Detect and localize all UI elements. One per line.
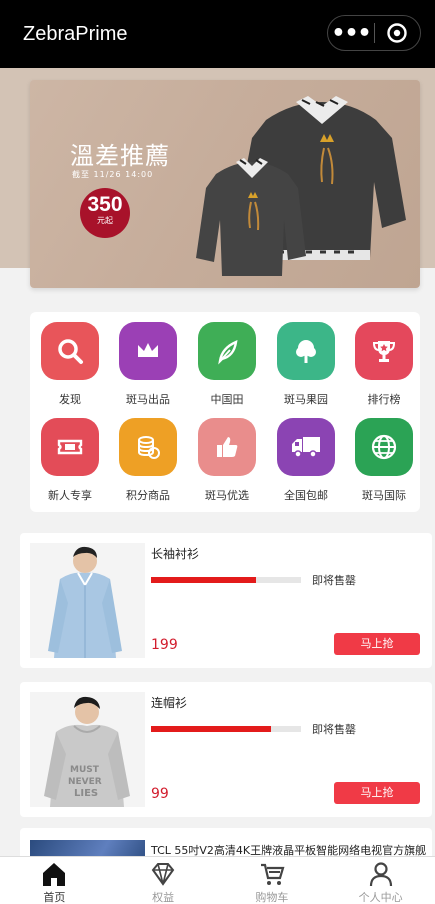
category-zebra-orchard[interactable]: 斑马果园 — [266, 322, 346, 407]
tree-icon — [277, 322, 335, 380]
category-label: 发现 — [59, 393, 81, 406]
stock-status: 即将售罄 — [312, 723, 356, 736]
close-button[interactable] — [375, 16, 420, 50]
thumbs-up-icon — [198, 418, 256, 476]
stock-progress-bar — [151, 726, 301, 732]
sweatshirts-image — [196, 96, 406, 276]
category-zebra-choice[interactable]: 斑马优选 — [187, 418, 267, 503]
category-points[interactable]: 积分商品 — [108, 418, 188, 503]
stock-status: 即将售罄 — [312, 574, 356, 587]
category-discover[interactable]: 发现 — [30, 322, 110, 407]
stock-progress-fill — [151, 577, 256, 583]
product-name: 连帽衫 — [151, 696, 188, 710]
tab-cart[interactable]: 购物车 — [218, 857, 327, 904]
tab-benefits[interactable]: 权益 — [109, 857, 218, 904]
svg-text:NEVER: NEVER — [68, 777, 102, 787]
product-image — [30, 543, 145, 658]
tab-label: 个人中心 — [358, 891, 403, 904]
category-label: 斑马优选 — [205, 489, 249, 502]
more-button[interactable]: ••• — [328, 16, 374, 50]
tab-label: 首页 — [43, 891, 66, 904]
promo-banner[interactable]: 溫差推薦 截至 11/26 14:00 350 元起 — [30, 80, 420, 288]
category-label: 积分商品 — [126, 489, 170, 502]
crown-icon — [119, 322, 177, 380]
category-label: 斑马国际 — [362, 489, 406, 502]
category-china-field[interactable]: 中国田 — [187, 322, 267, 407]
category-label: 新人专享 — [48, 489, 92, 502]
svg-text:MUST: MUST — [70, 765, 100, 775]
hoodie-model-image: MUST NEVER LIES — [30, 692, 145, 807]
app-title: ZebraPrime — [23, 23, 128, 45]
buy-now-button[interactable]: 马上抢 — [334, 633, 420, 655]
category-label: 斑马出品 — [126, 393, 170, 406]
product-card[interactable]: 长袖衬衫 即将售罄 199 马上抢 — [20, 533, 432, 668]
product-price: 199 — [151, 637, 178, 653]
category-label: 排行榜 — [367, 393, 401, 406]
truck-icon — [277, 418, 335, 476]
buy-now-button[interactable]: 马上抢 — [334, 782, 420, 804]
category-ranking[interactable]: 排行榜 — [344, 322, 424, 407]
category-label: 全国包邮 — [284, 489, 328, 502]
stock-progress-bar — [151, 577, 301, 583]
product-price: 99 — [151, 786, 169, 802]
ticket-icon — [41, 418, 99, 476]
tab-home[interactable]: 首页 — [0, 857, 109, 904]
category-label: 中国田 — [210, 393, 244, 406]
target-close-icon — [387, 23, 408, 43]
home-icon — [43, 863, 66, 886]
leaf-icon — [198, 322, 256, 380]
category-zebra-made[interactable]: 斑马出品 — [108, 322, 188, 407]
title-bar: ZebraPrime ••• — [0, 0, 435, 68]
mini-program-capsule: ••• — [327, 15, 421, 51]
product-card[interactable]: MUST NEVER LIES 连帽衫 即将售罄 99 马上抢 — [20, 682, 432, 817]
bottom-tab-bar: 首页 权益 购物车 个人中心 — [0, 856, 435, 904]
person-icon — [369, 862, 392, 887]
svg-text:LIES: LIES — [74, 788, 98, 799]
category-newcomer[interactable]: 新人专享 — [30, 418, 110, 503]
search-icon — [41, 322, 99, 380]
globe-icon — [355, 418, 413, 476]
cart-icon — [260, 863, 285, 885]
trophy-icon — [355, 322, 413, 380]
product-image: MUST NEVER LIES — [30, 692, 145, 807]
category-label: 斑马果园 — [284, 393, 328, 406]
product-name: 长袖衬衫 — [151, 547, 200, 561]
page: ZebraPrime ••• 溫差推薦 截至 11/26 14:00 350 元… — [0, 0, 435, 904]
tab-label: 购物车 — [255, 891, 289, 904]
tab-label: 权益 — [152, 891, 175, 904]
shirt-model-image — [30, 543, 145, 658]
category-zebra-international[interactable]: 斑马国际 — [344, 418, 424, 503]
coins-icon — [119, 418, 177, 476]
diamond-icon — [151, 863, 175, 886]
category-free-shipping[interactable]: 全国包邮 — [266, 418, 346, 503]
tab-profile[interactable]: 个人中心 — [326, 857, 435, 904]
stock-progress-fill — [151, 726, 271, 732]
category-grid: 发现 斑马出品 中国田 斑马果园 排行榜 新人专享 积分商品 斑马优选 全国包邮… — [30, 312, 420, 512]
